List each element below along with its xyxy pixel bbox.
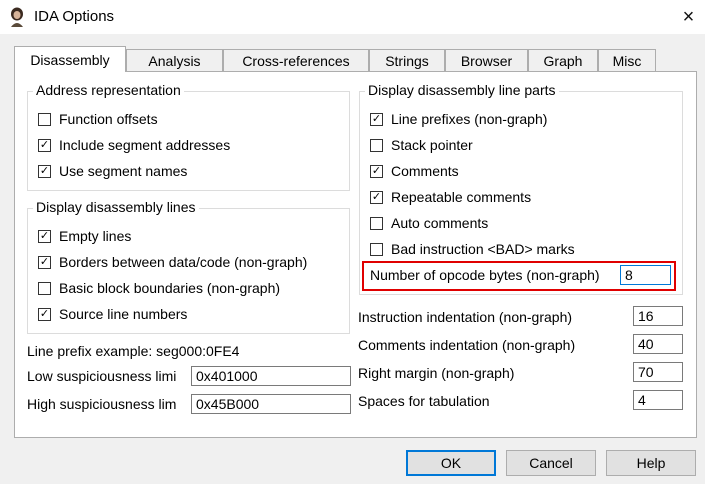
group-title: Address representation: [33, 82, 184, 98]
checkbox-include-segment-addresses[interactable]: ✓ Include segment addresses: [38, 136, 230, 154]
check-icon[interactable]: ✓: [370, 164, 383, 178]
checkbox-icon[interactable]: [38, 112, 51, 126]
checkbox-auto-comments[interactable]: Auto comments: [370, 214, 488, 232]
checkbox-empty-lines[interactable]: ✓ Empty lines: [38, 227, 131, 245]
right-margin-label: Right margin (non-graph): [358, 365, 515, 381]
checkbox-use-segment-names[interactable]: ✓ Use segment names: [38, 162, 187, 180]
high-suspiciousness-input[interactable]: 0x45B000: [191, 394, 351, 414]
check-icon[interactable]: ✓: [38, 307, 51, 321]
check-icon[interactable]: ✓: [370, 190, 383, 204]
check-icon[interactable]: ✓: [370, 112, 383, 126]
check-icon[interactable]: ✓: [38, 138, 51, 152]
checkbox-icon[interactable]: [38, 281, 51, 295]
checkbox-icon[interactable]: [370, 216, 383, 230]
tab-misc[interactable]: Misc: [598, 49, 656, 71]
checkbox-source-line-numbers[interactable]: ✓ Source line numbers: [38, 305, 187, 323]
check-icon[interactable]: ✓: [38, 164, 51, 178]
check-icon[interactable]: ✓: [38, 229, 51, 243]
cancel-button[interactable]: Cancel: [506, 450, 596, 476]
line-prefix-example: Line prefix example: seg000:0FE4: [27, 343, 240, 359]
comments-indentation-label: Comments indentation (non-graph): [358, 337, 576, 353]
instruction-indentation-input[interactable]: 16: [633, 306, 683, 326]
checkbox-bad-instruction-marks[interactable]: Bad instruction <BAD> marks: [370, 240, 575, 258]
checkbox-stack-pointer[interactable]: Stack pointer: [370, 136, 473, 154]
tab-disassembly[interactable]: Disassembly: [14, 46, 126, 72]
checkbox-icon[interactable]: [370, 138, 383, 152]
group-title: Display disassembly line parts: [365, 82, 559, 98]
tab-analysis[interactable]: Analysis: [126, 49, 223, 71]
high-suspiciousness-label: High suspiciousness lim: [27, 396, 177, 412]
highlight-box: [362, 261, 676, 291]
tab-strings[interactable]: Strings: [369, 49, 445, 71]
checkbox-basic-block-boundaries[interactable]: Basic block boundaries (non-graph): [38, 279, 280, 297]
checkbox-repeatable-comments[interactable]: ✓ Repeatable comments: [370, 188, 531, 206]
checkbox-comments[interactable]: ✓ Comments: [370, 162, 459, 180]
low-suspiciousness-label: Low suspiciousness limi: [27, 368, 177, 384]
tab-cross-references[interactable]: Cross-references: [223, 49, 369, 71]
checkbox-function-offsets[interactable]: Function offsets: [38, 110, 158, 128]
close-icon[interactable]: ×: [672, 2, 705, 32]
group-title: Display disassembly lines: [33, 199, 199, 215]
spaces-tabulation-label: Spaces for tabulation: [358, 393, 490, 409]
low-suspiciousness-input[interactable]: 0x401000: [191, 366, 351, 386]
checkbox-line-prefixes[interactable]: ✓ Line prefixes (non-graph): [370, 110, 547, 128]
comments-indentation-input[interactable]: 40: [633, 334, 683, 354]
window-title: IDA Options: [34, 8, 115, 25]
checkbox-icon[interactable]: [370, 242, 383, 256]
instruction-indentation-label: Instruction indentation (non-graph): [358, 309, 573, 325]
tab-browser[interactable]: Browser: [445, 49, 528, 71]
check-icon[interactable]: ✓: [38, 255, 51, 269]
spaces-tabulation-input[interactable]: 4: [633, 390, 683, 410]
checkbox-borders[interactable]: ✓ Borders between data/code (non-graph): [38, 253, 307, 271]
right-margin-input[interactable]: 70: [633, 362, 683, 382]
tab-graph[interactable]: Graph: [528, 49, 598, 71]
ok-button[interactable]: OK: [406, 450, 496, 476]
ida-app-icon: [8, 7, 26, 27]
help-button[interactable]: Help: [606, 450, 696, 476]
